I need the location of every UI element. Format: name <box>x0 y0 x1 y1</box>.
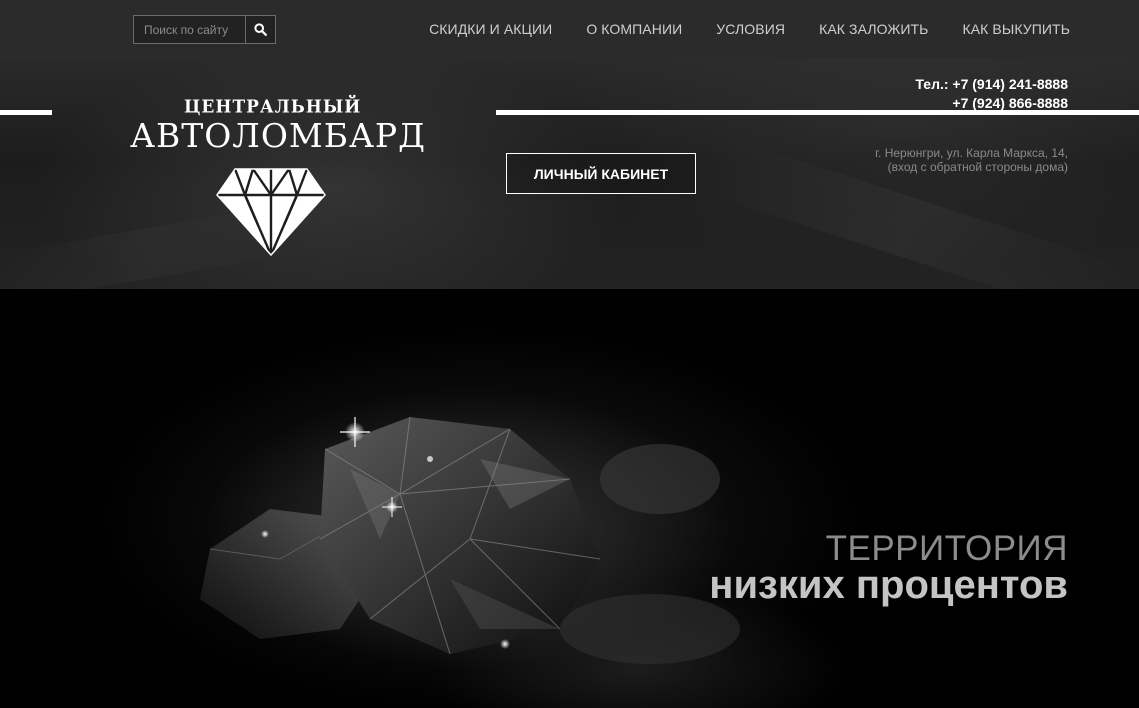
phone-2[interactable]: +7 (924) 866-8888 <box>915 94 1068 113</box>
nav-link-discounts[interactable]: СКИДКИ И АКЦИИ <box>429 21 552 37</box>
address-line-2: (вход с обратной стороны дома) <box>887 160 1068 174</box>
search-input[interactable] <box>134 16 245 43</box>
hero-heading-line-2: низких процентов <box>709 563 1068 607</box>
hero-diamond-image <box>200 416 740 664</box>
contact-phones: Тел.: +7 (914) 241-8888 +7 (924) 866-888… <box>915 75 1068 113</box>
phone-1[interactable]: Тел.: +7 (914) 241-8888 <box>915 75 1068 94</box>
hero-banner: ТЕРРИТОРИЯ низких процентов <box>0 289 1139 708</box>
page: СКИДКИ И АКЦИИ О КОМПАНИИ УСЛОВИЯ КАК ЗА… <box>0 0 1139 708</box>
nav-link-about[interactable]: О КОМПАНИИ <box>586 21 682 37</box>
address: г. Нерюнгри, ул. Карла Маркса, 14, (вход… <box>875 146 1068 174</box>
personal-cabinet-button[interactable]: ЛИЧНЫЙ КАБИНЕТ <box>506 153 696 194</box>
top-bar: СКИДКИ И АКЦИИ О КОМПАНИИ УСЛОВИЯ КАК ЗА… <box>0 0 1139 58</box>
search-box <box>133 15 276 44</box>
logo-title[interactable]: АВТОЛОМБАРД <box>130 116 425 155</box>
search-button[interactable] <box>245 16 275 43</box>
main-nav: СКИДКИ И АКЦИИ О КОМПАНИИ УСЛОВИЯ КАК ЗА… <box>429 0 1070 58</box>
nav-link-how-to-pawn[interactable]: КАК ЗАЛОЖИТЬ <box>819 21 928 37</box>
diamond-icon[interactable] <box>215 165 327 257</box>
nav-link-conditions[interactable]: УСЛОВИЯ <box>716 21 785 37</box>
nav-link-how-to-redeem[interactable]: КАК ВЫКУПИТЬ <box>962 21 1070 37</box>
decor-line-left <box>0 110 52 115</box>
address-line-1: г. Нерюнгри, ул. Карла Маркса, 14, <box>875 146 1068 160</box>
header: ЦЕНТРАЛЬНЫЙ АВТОЛОМБАРД Тел.: +7 (914) 2… <box>0 58 1139 289</box>
logo-subtitle[interactable]: ЦЕНТРАЛЬНЫЙ <box>184 97 360 118</box>
search-icon <box>254 23 267 36</box>
